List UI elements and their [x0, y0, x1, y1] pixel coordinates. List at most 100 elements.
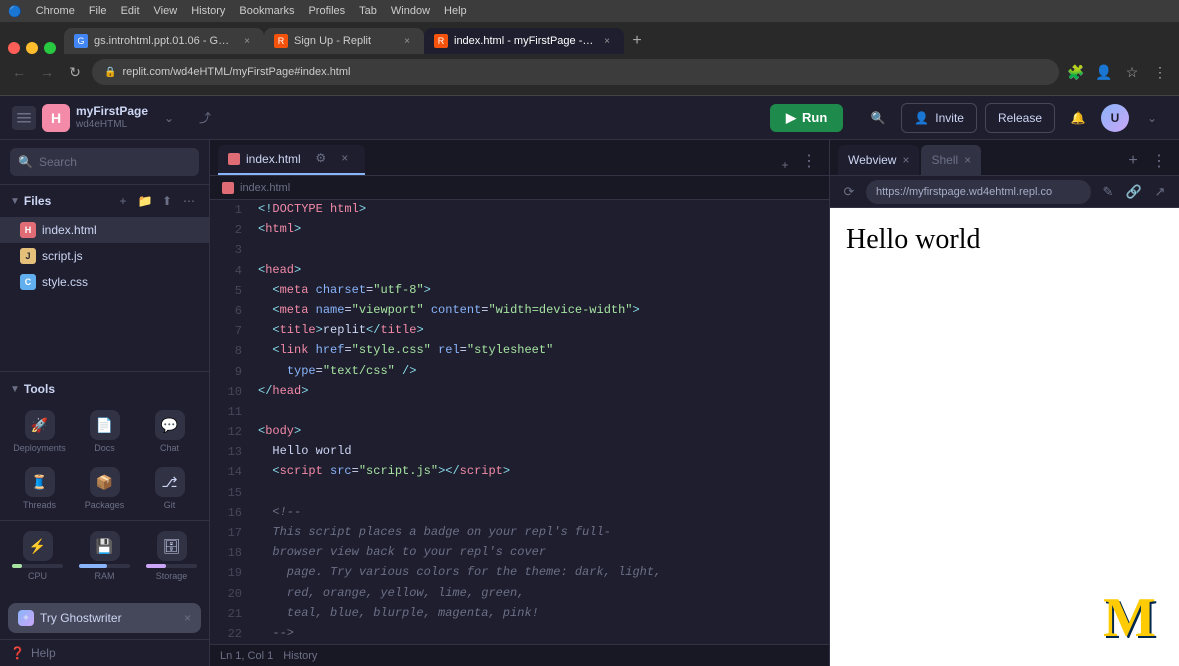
forward-button[interactable]: → [36, 61, 58, 83]
webview-reload-icon[interactable]: ⟳ [838, 181, 860, 203]
search-magnifier-icon: 🔍 [18, 155, 33, 169]
history-text: History [283, 650, 317, 662]
file-item-index-html[interactable]: H index.html ⋯ [0, 217, 209, 243]
tool-ram[interactable]: 💾 RAM [75, 525, 134, 587]
project-info: myFirstPage wd4eHTML [76, 104, 148, 130]
tool-docs[interactable]: 📄 Docs [73, 404, 136, 459]
file-item-script-js[interactable]: J script.js ⋯ [0, 243, 209, 269]
line-num-11: 11 [210, 402, 250, 422]
search-icon[interactable]: 🔍 [863, 103, 893, 133]
sidebar-toggle-button[interactable] [12, 106, 36, 130]
menu-bookmarks[interactable]: Bookmarks [239, 5, 294, 17]
code-line-20: 20 red, orange, yellow, lime, green, [210, 584, 829, 604]
address-bar[interactable]: 🔒 replit.com/wd4eHTML/myFirstPage#index.… [92, 59, 1059, 85]
profile-icon[interactable]: 👤 [1093, 61, 1115, 83]
menu-view[interactable]: View [154, 5, 178, 17]
webview-tab-shell[interactable]: Shell × [921, 145, 981, 175]
bookmark-icon[interactable]: ☆ [1121, 61, 1143, 83]
run-button[interactable]: ▶ Run [770, 104, 843, 132]
cpu-icon: ⚡ [23, 531, 53, 561]
editor-tab-filename: index.html [246, 152, 301, 166]
tab-close-1[interactable]: × [240, 34, 254, 48]
minimize-window-button[interactable] [26, 42, 38, 54]
editor-tab-close-icon[interactable]: × [335, 148, 355, 168]
code-line-19: 19 page. Try various colors for the them… [210, 563, 829, 583]
css-file-icon: C [20, 274, 36, 290]
browser-tab-3[interactable]: R index.html - myFirstPage - Re... × [424, 28, 624, 54]
project-dropdown-icon[interactable]: ⌄ [154, 103, 184, 133]
menu-help[interactable]: Help [444, 5, 467, 17]
tool-git[interactable]: ⎇ Git [138, 461, 201, 516]
editor-more-icon[interactable]: ⋮ [797, 149, 821, 173]
editor-new-tab-icon[interactable]: + [775, 155, 795, 175]
new-folder-icon[interactable]: 📁 [135, 191, 155, 211]
user-avatar[interactable]: U [1101, 104, 1129, 132]
ram-bar [79, 564, 130, 568]
browser-tab-2[interactable]: R Sign Up - Replit × [264, 28, 424, 54]
editor-tab-index-html[interactable]: index.html ⚙ × [218, 145, 365, 175]
line-num-14: 14 [210, 462, 250, 482]
release-button[interactable]: Release [985, 103, 1055, 133]
webview-tab-webview[interactable]: Webview × [838, 145, 919, 175]
traffic-lights [8, 42, 56, 54]
tab-close-2[interactable]: × [400, 34, 414, 48]
line-content-2: <html> [250, 220, 829, 240]
tab-close-3[interactable]: × [600, 34, 614, 48]
close-window-button[interactable] [8, 42, 20, 54]
menu-history[interactable]: History [191, 5, 225, 17]
tab-favicon-3: R [434, 34, 448, 48]
help-icon: ❓ [10, 646, 25, 660]
maximize-window-button[interactable] [44, 42, 56, 54]
browser-tab-1[interactable]: G gs.introhtml.ppt.01.06 - Goog... × [64, 28, 264, 54]
menu-profiles[interactable]: Profiles [308, 5, 345, 17]
webview-tab-close-icon[interactable]: × [902, 153, 909, 167]
menu-tab[interactable]: Tab [359, 5, 377, 17]
files-more-icon[interactable]: ⋯ [179, 191, 199, 211]
menu-file[interactable]: File [89, 5, 107, 17]
shell-tab-close-icon[interactable]: × [964, 153, 971, 167]
back-button[interactable]: ← [8, 61, 30, 83]
tool-chat[interactable]: 💬 Chat [138, 404, 201, 459]
webview-link-icon[interactable]: 🔗 [1123, 181, 1145, 203]
tools-section-header[interactable]: ▼ Tools [0, 378, 209, 400]
webview-more-icon[interactable]: ⋮ [1147, 149, 1171, 173]
invite-icon: 👤 [914, 111, 929, 125]
files-section-title: Files [24, 194, 109, 208]
new-file-icon[interactable]: + [113, 191, 133, 211]
share-icon[interactable]: ⤴ [190, 103, 220, 133]
menu-window[interactable]: Window [391, 5, 430, 17]
ghostwriter-close-icon[interactable]: × [184, 611, 191, 625]
tool-cpu[interactable]: ⚡ CPU [8, 525, 67, 587]
files-section-header[interactable]: ▼ Files + 📁 ⬆ ⋯ [0, 185, 209, 217]
new-tab-button[interactable]: + [624, 28, 650, 54]
code-editor[interactable]: 1 <!DOCTYPE html> 2 <html> 3 4 <head> [210, 200, 829, 644]
extensions-icon[interactable]: 🧩 [1065, 61, 1087, 83]
more-icon[interactable]: ⋮ [1149, 61, 1171, 83]
help-item[interactable]: ❓ Help [0, 639, 209, 666]
tool-storage[interactable]: 🗄 Storage [142, 525, 201, 587]
notification-icon[interactable]: 🔔 [1063, 103, 1093, 133]
history-item[interactable]: History [283, 650, 317, 662]
webview-url-input[interactable]: https://myfirstpage.wd4ehtml.repl.co [866, 180, 1091, 204]
webview-open-icon[interactable]: ↗ [1149, 181, 1171, 203]
ghostwriter-button[interactable]: ✦ Try Ghostwriter × [8, 603, 201, 633]
webview-edit-icon[interactable]: ✎ [1097, 181, 1119, 203]
menu-edit[interactable]: Edit [121, 5, 140, 17]
chevron-down-icon[interactable]: ⌄ [1137, 103, 1167, 133]
reload-button[interactable]: ↻ [64, 61, 86, 83]
invite-button[interactable]: 👤 Invite [901, 103, 977, 133]
menu-chrome[interactable]: Chrome [36, 5, 75, 17]
cpu-label: CPU [28, 571, 47, 581]
file-name-style-css: style.css [42, 275, 179, 289]
tool-packages[interactable]: 📦 Packages [73, 461, 136, 516]
line-content-18: browser view back to your repl's cover [250, 543, 829, 563]
webview-new-tab-icon[interactable]: + [1121, 149, 1145, 173]
tool-threads[interactable]: 🧵 Threads [8, 461, 71, 516]
file-item-style-css[interactable]: C style.css ⋯ [0, 269, 209, 295]
packages-icon: 📦 [90, 467, 120, 497]
upload-icon[interactable]: ⬆ [157, 191, 177, 211]
line-num-12: 12 [210, 422, 250, 442]
search-input[interactable]: 🔍 Search [10, 148, 199, 176]
tool-deployments[interactable]: 🚀 Deployments [8, 404, 71, 459]
editor-tab-settings-icon[interactable]: ⚙ [311, 148, 331, 168]
